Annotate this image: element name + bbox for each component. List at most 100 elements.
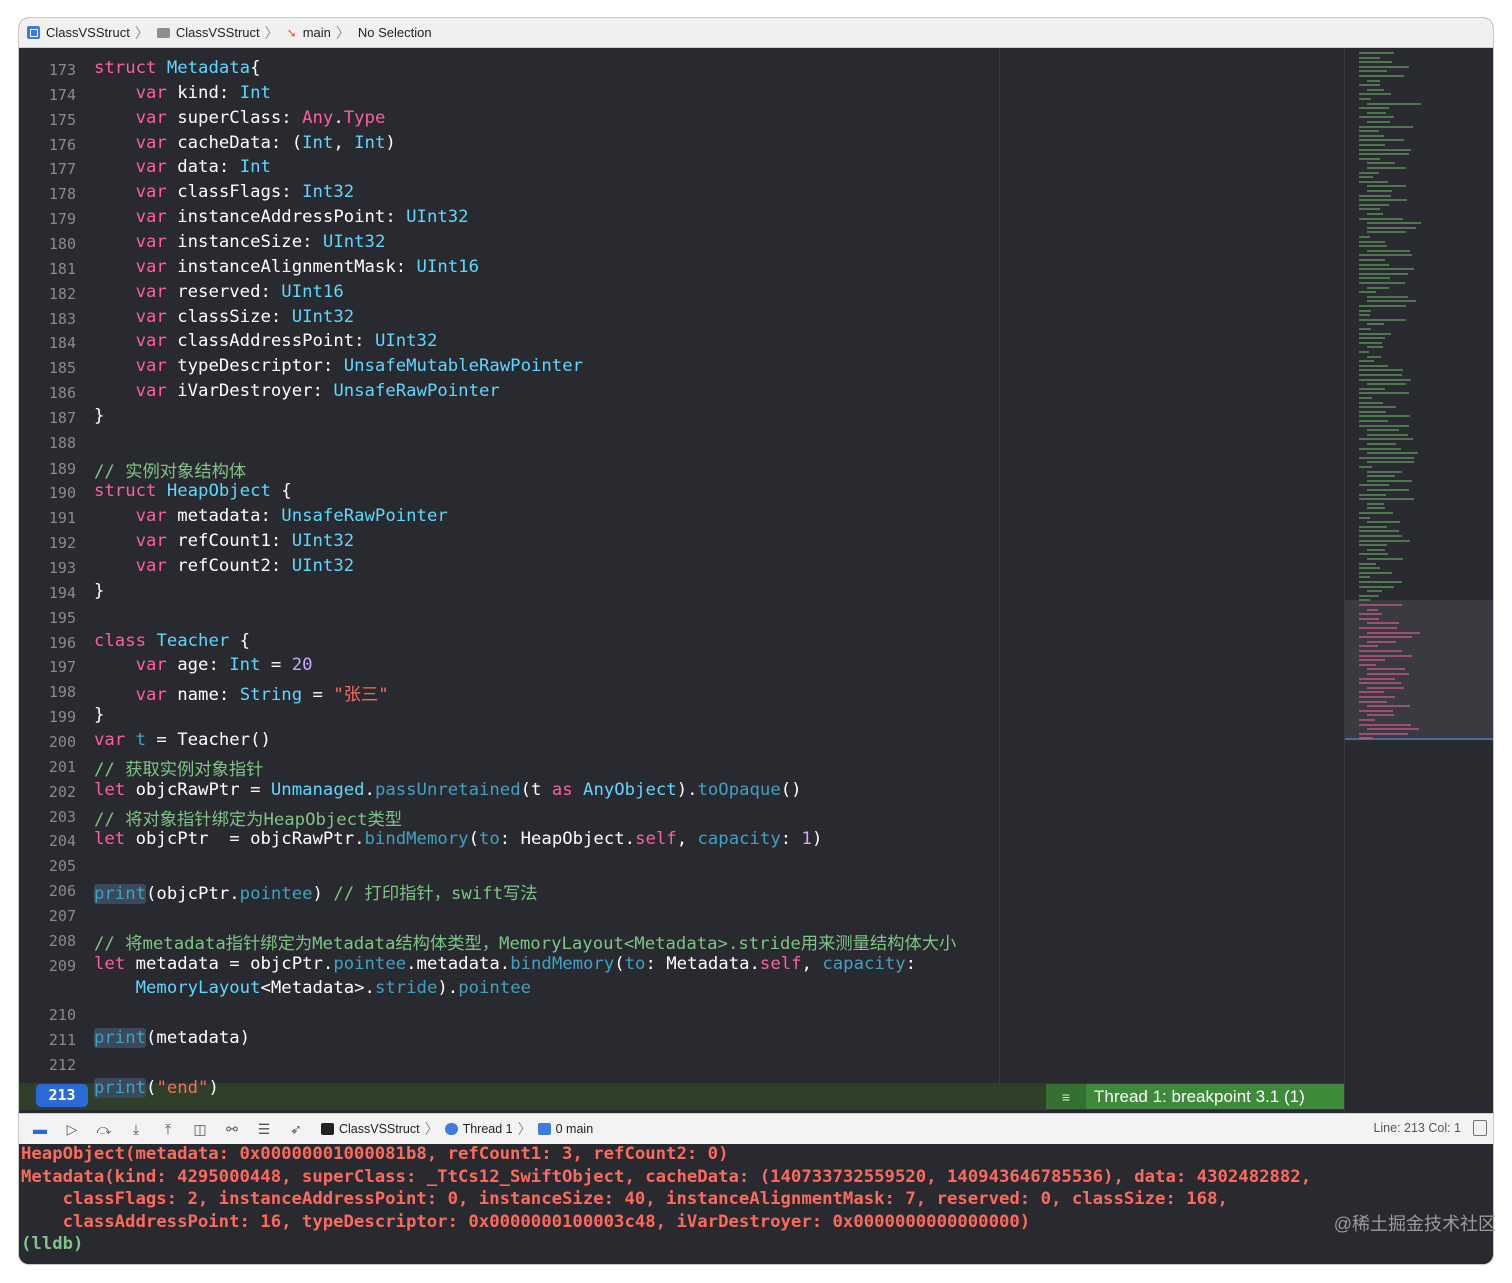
code-line[interactable]: var metadata: UnsafeRawPointer (94, 506, 448, 526)
debug-crumb-frame[interactable]: 0 main (537, 1122, 593, 1136)
line-number[interactable]: 190 (19, 484, 76, 502)
line-number[interactable]: 186 (19, 384, 76, 402)
view-hierarchy-icon[interactable]: ◫ (189, 1120, 211, 1138)
code-line[interactable]: let objcRawPtr = Unmanaged.passUnretaine… (94, 780, 802, 800)
line-number[interactable]: 176 (19, 136, 76, 154)
location-icon[interactable]: ➶ (285, 1120, 307, 1138)
line-number[interactable]: 204 (19, 832, 76, 850)
line-number[interactable]: 211 (19, 1031, 76, 1049)
code-line[interactable]: var refCount1: UInt32 (94, 531, 355, 551)
code-line[interactable]: MemoryLayout<Metadata>.stride).pointee (94, 978, 531, 998)
environment-overrides-icon[interactable]: ☰ (253, 1120, 275, 1138)
code-line[interactable]: } (94, 406, 104, 426)
code-line[interactable]: var reserved: UInt16 (94, 282, 344, 302)
line-number[interactable]: 191 (19, 509, 76, 527)
line-number[interactable]: 187 (19, 409, 76, 427)
memory-graph-icon[interactable]: ⚯ (221, 1120, 243, 1138)
line-number[interactable]: 183 (19, 310, 76, 328)
line-number[interactable]: 194 (19, 584, 76, 602)
line-number[interactable]: 181 (19, 260, 76, 278)
line-number[interactable]: 200 (19, 733, 76, 751)
code-line[interactable]: print("end") (94, 1077, 219, 1098)
code-line[interactable]: let objcPtr = objcRawPtr.bindMemory(to: … (94, 829, 822, 849)
code-line[interactable]: var data: Int (94, 157, 271, 177)
line-number[interactable]: 202 (19, 783, 76, 801)
code-line[interactable]: var iVarDestroyer: UnsafeRawPointer (94, 381, 500, 401)
code-line[interactable]: var classSize: UInt32 (94, 307, 355, 327)
debug-crumb-process[interactable]: ClassVSStruct 〉 (321, 1119, 439, 1139)
debug-crumb-thread[interactable]: Thread 1 〉 (444, 1119, 532, 1139)
debug-console[interactable]: HeapObject(metadata: 0x00000001000081b8,… (19, 1144, 1493, 1264)
code-line[interactable]: struct HeapObject { (94, 481, 292, 501)
code-line[interactable]: var instanceSize: UInt32 (94, 232, 386, 252)
code-line[interactable]: var typeDescriptor: UnsafeMutableRawPoin… (94, 356, 583, 376)
code-line[interactable]: var t = Teacher() (94, 730, 271, 750)
line-number[interactable]: 203 (19, 808, 76, 826)
minimap[interactable] (1344, 48, 1493, 1113)
line-number[interactable]: 209 (19, 957, 76, 975)
line-number[interactable]: 198 (19, 683, 76, 701)
line-number[interactable]: 210 (19, 1006, 76, 1024)
line-number[interactable]: 207 (19, 907, 76, 925)
code-line[interactable]: class Teacher { (94, 631, 250, 651)
current-line-marker[interactable]: 213 (36, 1084, 88, 1107)
code-line[interactable]: struct Metadata{ (94, 58, 260, 78)
line-number[interactable]: 205 (19, 857, 76, 875)
code-line[interactable]: // 实例对象结构体 (94, 457, 246, 482)
code-line[interactable]: var cacheData: (Int, Int) (94, 133, 396, 153)
code-line[interactable]: var classAddressPoint: UInt32 (94, 331, 438, 351)
line-number[interactable]: 178 (19, 185, 76, 203)
code-line[interactable]: print(objcPtr.pointee) // 打印指针，swift写法 (94, 879, 538, 905)
line-number[interactable]: 189 (19, 460, 76, 478)
jumpbar-file[interactable]: ➘ main 〉 (287, 23, 350, 43)
code-line[interactable]: // 获取实例对象指针 (94, 755, 263, 780)
line-number[interactable]: 192 (19, 534, 76, 552)
jumpbar-group[interactable]: ClassVSStruct 〉 (156, 23, 279, 43)
jumpbar-symbol[interactable]: No Selection (358, 25, 432, 40)
line-number[interactable]: 199 (19, 708, 76, 726)
code-line[interactable]: var kind: Int (94, 83, 271, 103)
line-number[interactable]: 179 (19, 210, 76, 228)
step-out-icon[interactable]: ⤒ (157, 1120, 179, 1138)
line-number[interactable]: 201 (19, 758, 76, 776)
code-line[interactable]: var name: String = "张三" (94, 680, 389, 705)
code-line[interactable]: let metadata = objcPtr.pointee.metadata.… (94, 954, 916, 974)
line-number[interactable]: 182 (19, 285, 76, 303)
line-number[interactable]: 193 (19, 559, 76, 577)
line-number[interactable]: 206 (19, 882, 76, 900)
step-into-icon[interactable]: ⤓ (125, 1120, 147, 1138)
line-number[interactable]: 180 (19, 235, 76, 253)
line-number[interactable]: 197 (19, 658, 76, 676)
panel-toggle-icon[interactable] (1473, 1120, 1487, 1136)
line-number[interactable]: 208 (19, 932, 76, 950)
minimap-line (1359, 737, 1373, 740)
line-number[interactable]: 175 (19, 111, 76, 129)
code-line[interactable]: // 将metadata指针绑定为Metadata结构体类型，MemoryLay… (94, 929, 956, 954)
line-number[interactable]: 173 (19, 61, 76, 79)
line-number[interactable]: 196 (19, 634, 76, 652)
line-number[interactable]: 212 (19, 1056, 76, 1074)
jumpbar-project[interactable]: ClassVSStruct 〉 (27, 23, 149, 43)
code-line[interactable]: print(metadata) (94, 1028, 250, 1049)
code-line[interactable]: // 将对象指针绑定为HeapObject类型 (94, 805, 402, 830)
code-line[interactable]: } (94, 581, 104, 601)
code-line[interactable]: } (94, 705, 104, 725)
code-line[interactable]: var refCount2: UInt32 (94, 556, 355, 576)
line-number[interactable]: 185 (19, 359, 76, 377)
line-number[interactable]: 184 (19, 334, 76, 352)
line-number[interactable]: 188 (19, 434, 76, 452)
source-editor[interactable]: 173 174 175 176 177 178 179 180 181 182 183 184 185 1… (19, 48, 1344, 1113)
line-number[interactable]: 195 (19, 609, 76, 627)
breakpoint-banner[interactable]: ≡ Thread 1: breakpoint 3.1 (1) (1046, 1084, 1344, 1109)
breakpoints-toggle-icon[interactable]: ▬ (29, 1120, 51, 1138)
code-line[interactable]: var instanceAlignmentMask: UInt16 (94, 257, 479, 277)
line-number[interactable]: 174 (19, 86, 76, 104)
step-over-icon[interactable]: ⤼ (93, 1120, 115, 1138)
code-line[interactable]: var classFlags: Int32 (94, 182, 355, 202)
continue-icon[interactable]: ▷ (61, 1120, 83, 1138)
code-line[interactable]: var age: Int = 20 (94, 655, 313, 675)
code-line[interactable]: var superClass: Any.Type (94, 108, 386, 128)
code-line[interactable]: var instanceAddressPoint: UInt32 (94, 207, 469, 227)
line-number[interactable]: 177 (19, 160, 76, 178)
